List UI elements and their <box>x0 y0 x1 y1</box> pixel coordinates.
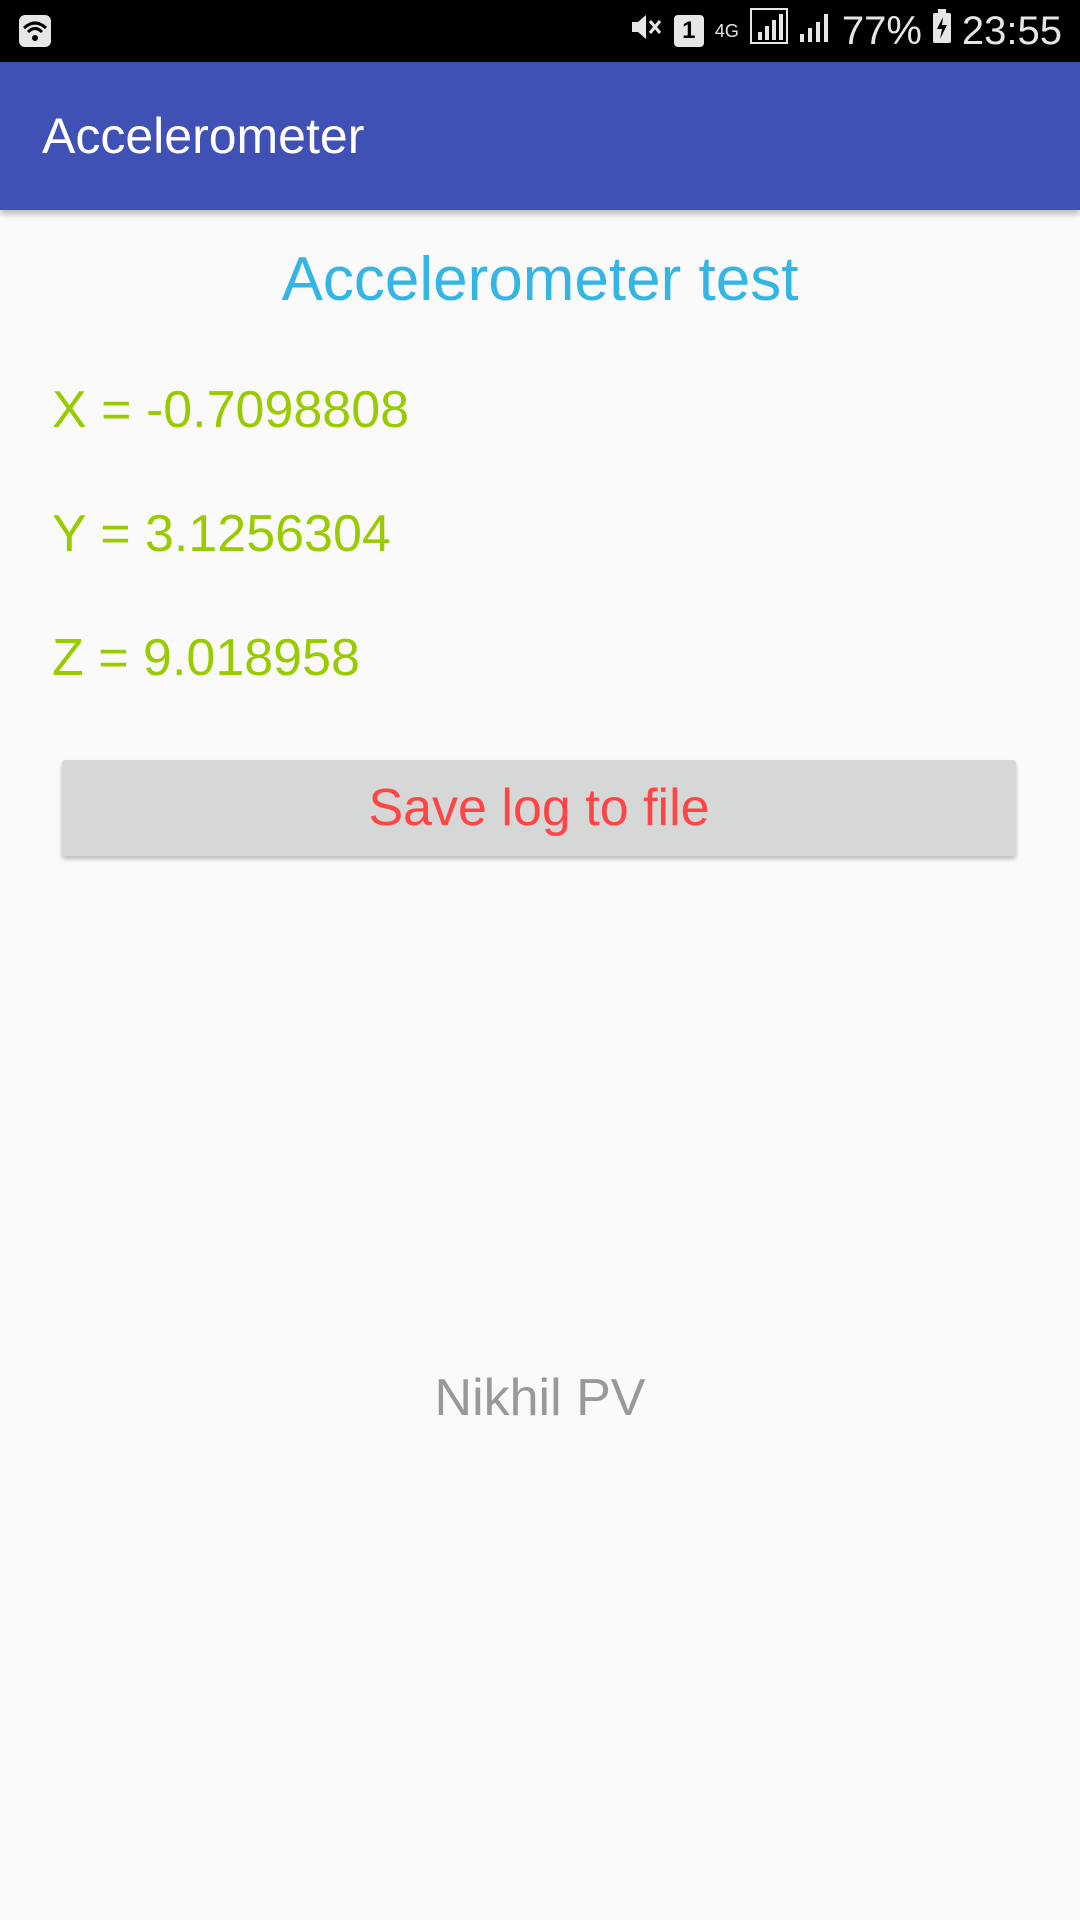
signal-icon <box>749 8 788 54</box>
sim-icon: 1 <box>673 15 704 47</box>
y-reading: Y = 3.1256304 <box>52 505 391 563</box>
battery-percent: 77% <box>841 8 922 53</box>
save-log-button[interactable]: Save log to file <box>62 760 1016 856</box>
clock: 23:55 <box>961 8 1062 53</box>
wifi-icon <box>18 14 52 53</box>
app-bar: Accelerometer <box>0 62 1080 210</box>
network-4g-icon: 4G <box>714 21 739 41</box>
page-title: Accelerometer test <box>281 245 799 314</box>
signal-icon <box>798 9 832 54</box>
author-label: Nikhil PV <box>434 1369 646 1427</box>
app-title: Accelerometer <box>42 108 365 164</box>
x-reading: X = -0.7098808 <box>52 381 410 439</box>
battery-charging-icon <box>932 8 952 54</box>
status-bar: 1 4G 77% 23:55 <box>0 0 1080 62</box>
z-reading: Z = 9.018958 <box>52 629 360 687</box>
mute-icon <box>628 9 664 54</box>
